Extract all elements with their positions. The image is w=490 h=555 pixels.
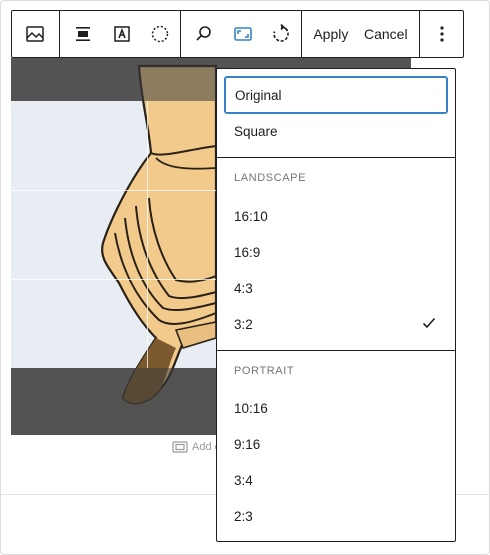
toolbar-group-options xyxy=(420,11,463,57)
menu-item-10-16[interactable]: 10:16 xyxy=(225,390,447,426)
apply-button[interactable]: Apply xyxy=(313,26,348,42)
landscape-heading: LANDSCAPE xyxy=(234,172,307,184)
toolbar-group-actions: Apply Cancel xyxy=(302,11,421,57)
menu-item-label: Original xyxy=(235,87,282,103)
block-toolbar: Apply Cancel xyxy=(11,10,464,58)
more-options-button[interactable] xyxy=(422,11,462,57)
menu-item-original[interactable]: Original xyxy=(225,77,447,113)
image-block-button[interactable] xyxy=(15,11,55,57)
menu-item-16-9[interactable]: 16:9 xyxy=(225,234,447,270)
align-center-icon xyxy=(75,27,90,41)
more-vertical-icon xyxy=(440,26,444,42)
rotate-button[interactable] xyxy=(262,11,301,57)
menu-item-label: 16:9 xyxy=(234,244,261,260)
menu-item-label: 10:16 xyxy=(234,400,268,416)
zoom-icon xyxy=(196,26,211,41)
aspect-ratio-button[interactable] xyxy=(223,11,262,57)
select-circle-icon xyxy=(151,25,169,43)
align-button[interactable] xyxy=(64,11,103,57)
menu-item-label: 4:3 xyxy=(234,280,253,296)
toolbar-group-format xyxy=(60,11,181,57)
menu-item-3-4[interactable]: 3:4 xyxy=(225,462,447,498)
toolbar-group-block xyxy=(12,11,60,57)
menu-item-9-16[interactable]: 9:16 xyxy=(225,426,447,462)
zoom-button[interactable] xyxy=(185,11,224,57)
portrait-heading: PORTRAIT xyxy=(234,365,295,377)
select-button[interactable] xyxy=(141,11,180,57)
cancel-button[interactable]: Cancel xyxy=(364,26,408,42)
menu-item-label: 16:10 xyxy=(234,208,268,224)
aspect-ratio-menu: Original Square LANDSCAPE 16:10 16:9 4:3… xyxy=(216,68,456,542)
caption-placeholder[interactable]: Add c xyxy=(172,441,220,453)
menu-item-label: 3:4 xyxy=(234,472,253,488)
crop-grid-line xyxy=(147,101,148,368)
caption-icon xyxy=(172,441,188,453)
menu-item-2-3[interactable]: 2:3 xyxy=(225,498,447,534)
aspect-ratio-icon xyxy=(233,27,252,41)
checkmark-icon xyxy=(422,317,436,329)
rotate-icon xyxy=(273,23,290,42)
menu-item-4-3[interactable]: 4:3 xyxy=(225,270,447,306)
text-overlay-icon xyxy=(113,26,130,42)
toolbar-group-crop xyxy=(181,11,302,57)
text-overlay-button[interactable] xyxy=(102,11,141,57)
menu-separator xyxy=(217,157,455,158)
menu-item-square[interactable]: Square xyxy=(225,113,447,149)
menu-item-3-2[interactable]: 3:2 xyxy=(225,306,447,342)
menu-item-16-10[interactable]: 16:10 xyxy=(225,198,447,234)
menu-item-label: 3:2 xyxy=(234,316,253,332)
menu-item-label: Square xyxy=(234,123,278,139)
menu-item-label: 2:3 xyxy=(234,508,253,524)
menu-separator xyxy=(217,350,455,351)
image-icon xyxy=(26,26,45,42)
menu-item-label: 9:16 xyxy=(234,436,261,452)
